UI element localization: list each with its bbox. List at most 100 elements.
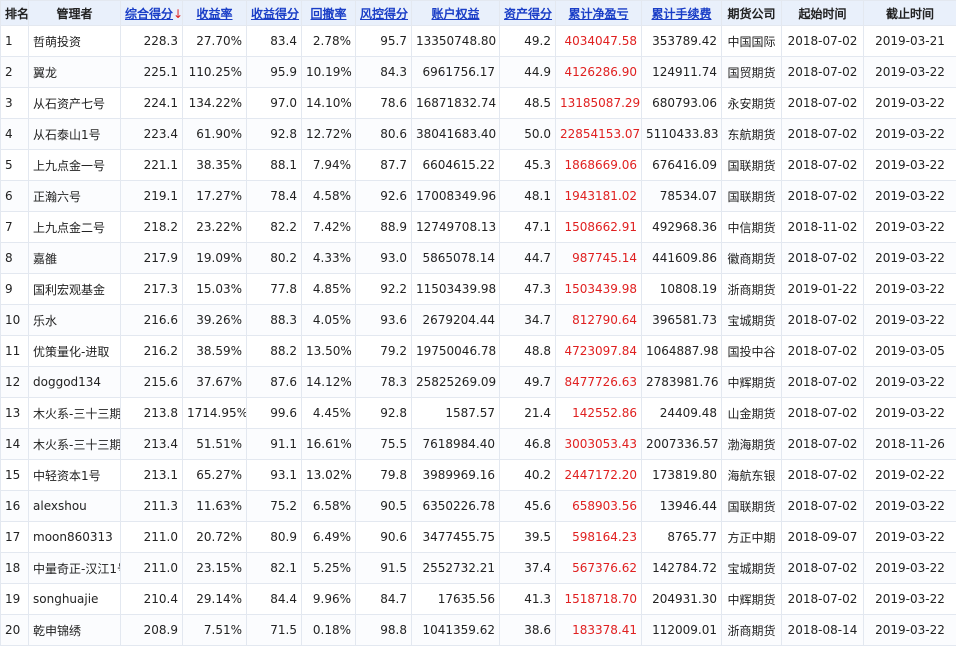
sort-link-equity[interactable]: 账户权益 — [431, 7, 479, 21]
sort-link-cum-fee[interactable]: 累计手续费 — [651, 7, 711, 21]
cell-start: 2018-07-02 — [781, 180, 864, 212]
sort-desc-icon: ↓ — [173, 6, 183, 21]
cell-risk-score: 95.7 — [355, 25, 412, 57]
col-header-risk-score[interactable]: 风控得分 — [355, 0, 412, 26]
cell-drawdown: 12.72% — [301, 118, 356, 150]
table-row: 3 从石资产七号 224.1 134.22% 97.0 14.10% 78.6 1687183… — [0, 87, 956, 119]
cell-equity: 2552732.21 — [411, 552, 500, 584]
cell-equity: 3477455.75 — [411, 521, 500, 553]
cell-asset-score: 46.8 — [499, 428, 556, 460]
cell-return-score: 87.6 — [246, 366, 302, 398]
cell-rank: 2 — [0, 56, 29, 88]
cell-end: 2019-03-22 — [863, 304, 956, 336]
cell-cum-fee: 680793.06 — [641, 87, 722, 119]
cell-manager: 乾申锦绣 — [28, 614, 121, 646]
cell-start: 2018-07-02 — [781, 428, 864, 460]
cell-cum-pnl: 2447172.20 — [555, 459, 642, 491]
cell-manager: 上九点金一号 — [28, 149, 121, 181]
col-header-manager: 管理者 — [28, 0, 121, 26]
cell-start: 2019-01-22 — [781, 273, 864, 305]
sort-link-asset-score[interactable]: 资产得分 — [504, 7, 552, 21]
table-row: 2 翼龙 225.1 110.25% 95.9 10.19% 84.3 6961756.17 4… — [0, 56, 956, 88]
col-header-cum-pnl[interactable]: 累计净盈亏 — [555, 0, 642, 26]
sort-link-return-score[interactable]: 收益得分 — [251, 7, 299, 21]
cell-risk-score: 79.2 — [355, 335, 412, 367]
cell-return-score: 75.2 — [246, 490, 302, 522]
table-row: 10 乐水 216.6 39.26% 88.3 4.05% 93.6 2679204.44 34… — [0, 304, 956, 336]
col-header-return-score[interactable]: 收益得分 — [246, 0, 302, 26]
cell-risk-score: 93.6 — [355, 304, 412, 336]
table-row: 9 国利宏观基金 217.3 15.03% 77.8 4.85% 92.2 11503439.… — [0, 273, 956, 305]
cell-return-rate: 51.51% — [182, 428, 247, 460]
cell-broker: 国贸期货 — [721, 56, 782, 88]
cell-return-score: 88.2 — [246, 335, 302, 367]
col-header-cum-fee[interactable]: 累计手续费 — [641, 0, 722, 26]
cell-return-score: 82.2 — [246, 211, 302, 243]
cell-risk-score: 92.2 — [355, 273, 412, 305]
cell-return-rate: 110.25% — [182, 56, 247, 88]
cell-return-rate: 23.22% — [182, 211, 247, 243]
cell-broker: 中辉期货 — [721, 366, 782, 398]
cell-rank: 14 — [0, 428, 29, 460]
cell-score: 213.8 — [120, 397, 183, 429]
cell-end: 2018-11-26 — [863, 428, 956, 460]
cell-end: 2019-03-22 — [863, 211, 956, 243]
cell-drawdown: 10.19% — [301, 56, 356, 88]
cell-cum-pnl: 987745.14 — [555, 242, 642, 274]
cell-return-rate: 65.27% — [182, 459, 247, 491]
cell-manager: 木火系-三十三期 — [28, 428, 121, 460]
cell-broker: 浙商期货 — [721, 614, 782, 646]
table-row: 12 doggod134 215.6 37.67% 87.6 14.12% 78.3 2582… — [0, 366, 956, 398]
cell-return-rate: 23.15% — [182, 552, 247, 584]
cell-manager: 中量奇正-汉江1号 — [28, 552, 121, 584]
cell-drawdown: 5.25% — [301, 552, 356, 584]
cell-end: 2019-03-22 — [863, 583, 956, 615]
cell-risk-score: 90.5 — [355, 490, 412, 522]
cell-drawdown: 4.05% — [301, 304, 356, 336]
cell-asset-score: 49.7 — [499, 366, 556, 398]
cell-return-score: 80.9 — [246, 521, 302, 553]
cell-score: 219.1 — [120, 180, 183, 212]
sort-link-score[interactable]: 综合得分 — [125, 7, 173, 21]
cell-end: 2019-03-22 — [863, 242, 956, 274]
cell-score: 213.4 — [120, 428, 183, 460]
cell-rank: 16 — [0, 490, 29, 522]
col-header-score[interactable]: 综合得分↓ — [120, 0, 183, 26]
cell-broker: 国联期货 — [721, 490, 782, 522]
col-header-drawdown[interactable]: 回撤率 — [301, 0, 356, 26]
cell-equity: 16871832.74 — [411, 87, 500, 119]
cell-manager: songhuajie — [28, 583, 121, 615]
sort-link-risk-score[interactable]: 风控得分 — [360, 7, 408, 21]
cell-return-score: 71.5 — [246, 614, 302, 646]
cell-risk-score: 78.6 — [355, 87, 412, 119]
cell-start: 2018-07-02 — [781, 25, 864, 57]
cell-score: 228.3 — [120, 25, 183, 57]
cell-asset-score: 39.5 — [499, 521, 556, 553]
cell-return-score: 80.2 — [246, 242, 302, 274]
cell-rank: 9 — [0, 273, 29, 305]
cell-start: 2018-07-02 — [781, 552, 864, 584]
col-header-equity[interactable]: 账户权益 — [411, 0, 500, 26]
sort-link-cum-pnl[interactable]: 累计净盈亏 — [568, 7, 628, 21]
col-header-return-rate[interactable]: 收益率 — [182, 0, 247, 26]
cell-asset-score: 49.2 — [499, 25, 556, 57]
sort-link-drawdown[interactable]: 回撤率 — [310, 7, 346, 21]
sort-link-return-rate[interactable]: 收益率 — [196, 7, 232, 21]
cell-cum-pnl: 658903.56 — [555, 490, 642, 522]
cell-equity: 13350748.80 — [411, 25, 500, 57]
cell-manager: 正瀚六号 — [28, 180, 121, 212]
cell-cum-fee: 441609.86 — [641, 242, 722, 274]
cell-equity: 5865078.14 — [411, 242, 500, 274]
cell-end: 2019-03-22 — [863, 273, 956, 305]
cell-asset-score: 40.2 — [499, 459, 556, 491]
cell-asset-score: 34.7 — [499, 304, 556, 336]
cell-return-rate: 1714.95% — [182, 397, 247, 429]
cell-rank: 19 — [0, 583, 29, 615]
cell-return-rate: 39.26% — [182, 304, 247, 336]
col-header-broker: 期货公司 — [721, 0, 782, 26]
cell-start: 2018-07-02 — [781, 118, 864, 150]
cell-return-rate: 27.70% — [182, 25, 247, 57]
cell-score: 224.1 — [120, 87, 183, 119]
cell-rank: 7 — [0, 211, 29, 243]
col-header-asset-score[interactable]: 资产得分 — [499, 0, 556, 26]
